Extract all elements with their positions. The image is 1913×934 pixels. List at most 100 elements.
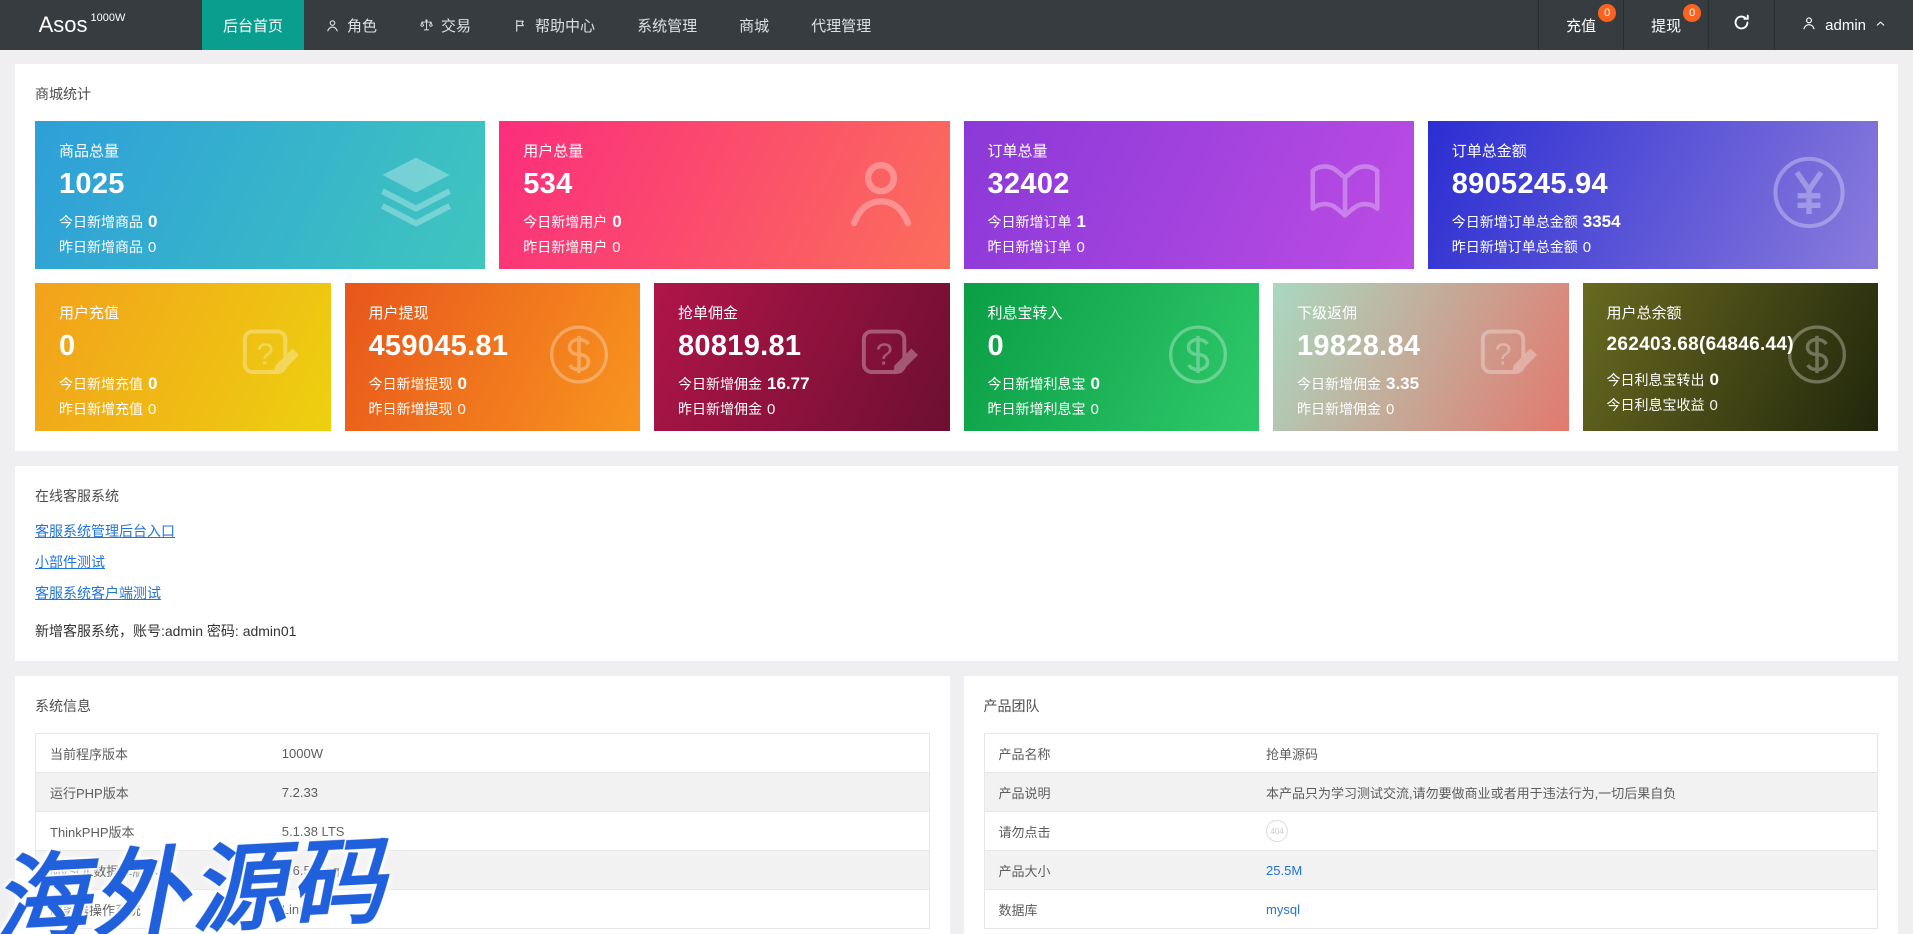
svg-text:?: ?	[875, 337, 892, 371]
row-value: 25.5M	[1252, 850, 1878, 890]
nav-item-label: 帮助中心	[535, 17, 596, 35]
nav-item-trade[interactable]: 交易	[398, 0, 492, 50]
stat-card-subline: 昨日新增利息宝 0	[988, 397, 1236, 422]
main-menu: 后台首页 角色 交易 帮助中心 系统管理 商城 代理管理	[202, 0, 892, 50]
edit-square-icon: ?	[1473, 320, 1543, 395]
stat-card-user-recharge: 用户充值 0 今日新增充值 0 昨日新增充值 0?	[35, 283, 331, 431]
row-label: 产品大小	[984, 850, 1253, 890]
system-info-panel: 系统信息 当前程序版本 1000W 运行PHP版本 7.2.33 ThinkPHP版本 5…	[15, 676, 950, 934]
subline-value: 0	[1582, 239, 1592, 256]
stats-row-1: 商品总量 1025 今日新增商品 0 昨日新增商品 0 用户总量 534 今日新增用户 0 昨日新增…	[35, 121, 1878, 269]
row-label: MySQL数据库版本	[35, 850, 268, 890]
row-label: 运行PHP版本	[35, 772, 268, 812]
subline-value: 0	[148, 374, 158, 393]
app-logo[interactable]: Asos 1000W	[0, 0, 164, 50]
subline-value: 0	[148, 239, 157, 256]
row-label: ThinkPHP版本	[35, 811, 268, 851]
subline-label: 今日利息宝收益	[1606, 397, 1705, 413]
subline-value: 0	[612, 239, 621, 256]
stat-card-subordinate-rebate: 下级返佣 19828.84 今日新增佣金 3.35 昨日新增佣金 0?	[1273, 283, 1569, 431]
table-row: 运行PHP版本 7.2.33	[35, 772, 929, 812]
subline-label: 今日新增利息宝	[987, 376, 1086, 392]
row-value: 5.1.38 LTS	[267, 811, 929, 851]
scales-icon	[419, 18, 434, 33]
stat-card-user-withdraw: 用户提现 459045.81 今日新增提现 0 昨日新增提现 0	[344, 283, 640, 431]
service-link-item: 客服系统管理后台入口	[35, 521, 1878, 541]
recharge-button[interactable]: 充值 0	[1538, 0, 1623, 50]
table-row: 产品说明 本产品只为学习测试交流,请勿要做商业或者用于违法行为,一切后果自负	[984, 772, 1878, 812]
subline-label: 昨日新增利息宝	[987, 401, 1086, 417]
nav-item-system-management[interactable]: 系统管理	[616, 0, 718, 50]
service-link-client-test[interactable]: 客服系统客户端测试	[35, 585, 161, 601]
nav-item-agent-management[interactable]: 代理管理	[790, 0, 892, 50]
book-icon	[1302, 150, 1388, 241]
table-row: 当前程序版本 1000W	[36, 734, 930, 773]
nav-item-mall[interactable]: 商城	[718, 0, 790, 50]
user-icon	[838, 150, 924, 241]
service-note: 新增客服系统，账号:admin 密码: admin01	[35, 623, 297, 639]
navbar-right: 充值 0 提现 0 admin	[1538, 0, 1913, 50]
top-navbar: Asos 1000W 后台首页 角色 交易 帮助中心 系统管理 商城 代理管理 充值 0 提现 0…	[0, 0, 1913, 50]
main-content: 商城统计 商品总量 1025 今日新增商品 0 昨日新增商品 0 用户总量 534 今日新增用户…	[0, 50, 1913, 934]
subline-label: 今日利息宝转出	[1606, 372, 1705, 388]
edit-square-icon: ?	[854, 320, 924, 395]
nav-item-dashboard[interactable]: 后台首页	[202, 0, 305, 50]
value-link[interactable]: 25.5M	[1266, 863, 1302, 878]
row-label: 当前程序版本	[50, 746, 129, 762]
service-link-widget-test[interactable]: 小部件测试	[35, 554, 105, 570]
subline-label: 昨日新增订单总金额	[1451, 239, 1578, 255]
user-menu[interactable]: admin	[1774, 0, 1913, 50]
nav-item-label: 代理管理	[811, 17, 872, 35]
stat-card-subline: 今日利息宝收益 0	[1607, 393, 1855, 418]
row-value: 7.2.33	[267, 772, 929, 812]
stat-card-subline: 昨日新增佣金 0	[678, 397, 926, 422]
subline-value: 0	[457, 401, 466, 418]
subline-label: 今日新增充值	[59, 376, 143, 392]
dollar-circle-icon	[544, 320, 614, 395]
subline-value: 0	[1090, 401, 1099, 418]
row-label: 数据库	[984, 889, 1253, 929]
subline-label: 今日新增商品	[59, 214, 143, 230]
refresh-icon	[1732, 13, 1751, 37]
navbar-actions: 充值 0 提现 0	[1538, 0, 1708, 50]
subline-label: 今日新增订单总金额	[1451, 214, 1578, 230]
stat-card-products-total: 商品总量 1025 今日新增商品 0 昨日新增商品 0	[35, 121, 486, 269]
withdraw-label: 提现	[1651, 17, 1682, 35]
stat-card-orders-total: 订单总量 32402 今日新增订单 1 昨日新增订单 0	[963, 121, 1414, 269]
subline-label: 今日新增订单	[987, 214, 1072, 230]
withdraw-button[interactable]: 提现 0	[1623, 0, 1708, 50]
row-value: 本产品只为学习测试交流,请勿要做商业或者用于违法行为,一切后果自负	[1252, 772, 1878, 812]
nav-item-help-center[interactable]: 帮助中心	[492, 0, 616, 50]
chevron-up-icon	[1874, 17, 1887, 34]
table-row: 产品名称 抢单源码	[984, 734, 1878, 773]
yen-circle-icon	[1766, 150, 1852, 241]
row-value: 抢单源码	[1266, 746, 1319, 762]
row-label: 产品名称	[998, 746, 1051, 762]
stat-card-grab-commission: 抢单佣金 80819.81 今日新增佣金 16.77 昨日新增佣金 0?	[654, 283, 950, 431]
edit-square-icon: ?	[235, 320, 305, 395]
withdraw-badge: 0	[1683, 4, 1702, 22]
value-link[interactable]: mysql	[1266, 902, 1300, 917]
subline-label: 今日新增用户	[523, 214, 608, 230]
row-value: mysql	[1252, 889, 1878, 929]
nav-item-label: 交易	[441, 17, 472, 35]
subline-value: 0	[1709, 397, 1718, 414]
badge-404[interactable]: 404	[1266, 820, 1289, 842]
user-icon	[325, 18, 340, 33]
subline-label: 昨日新增佣金	[678, 401, 762, 417]
row-value: 5.6.50-log	[267, 850, 929, 890]
layers-icon	[373, 150, 459, 241]
user-icon	[1801, 15, 1817, 35]
user-name: admin	[1825, 16, 1866, 34]
subline-label: 昨日新增提现	[368, 401, 453, 417]
service-link-admin-entry[interactable]: 客服系统管理后台入口	[35, 523, 175, 539]
subline-value: 0	[1386, 401, 1395, 418]
system-info-table: 当前程序版本 1000W 运行PHP版本 7.2.33 ThinkPHP版本 5.1.38…	[35, 733, 930, 929]
refresh-button[interactable]	[1708, 0, 1774, 50]
service-panel-title: 在线客服系统	[35, 488, 119, 504]
recharge-label: 充值	[1566, 17, 1597, 35]
system-info-title: 系统信息	[35, 698, 91, 714]
subline-value: 0	[148, 401, 157, 418]
nav-item-roles[interactable]: 角色	[304, 0, 398, 50]
subline-value: 0	[1090, 374, 1100, 393]
